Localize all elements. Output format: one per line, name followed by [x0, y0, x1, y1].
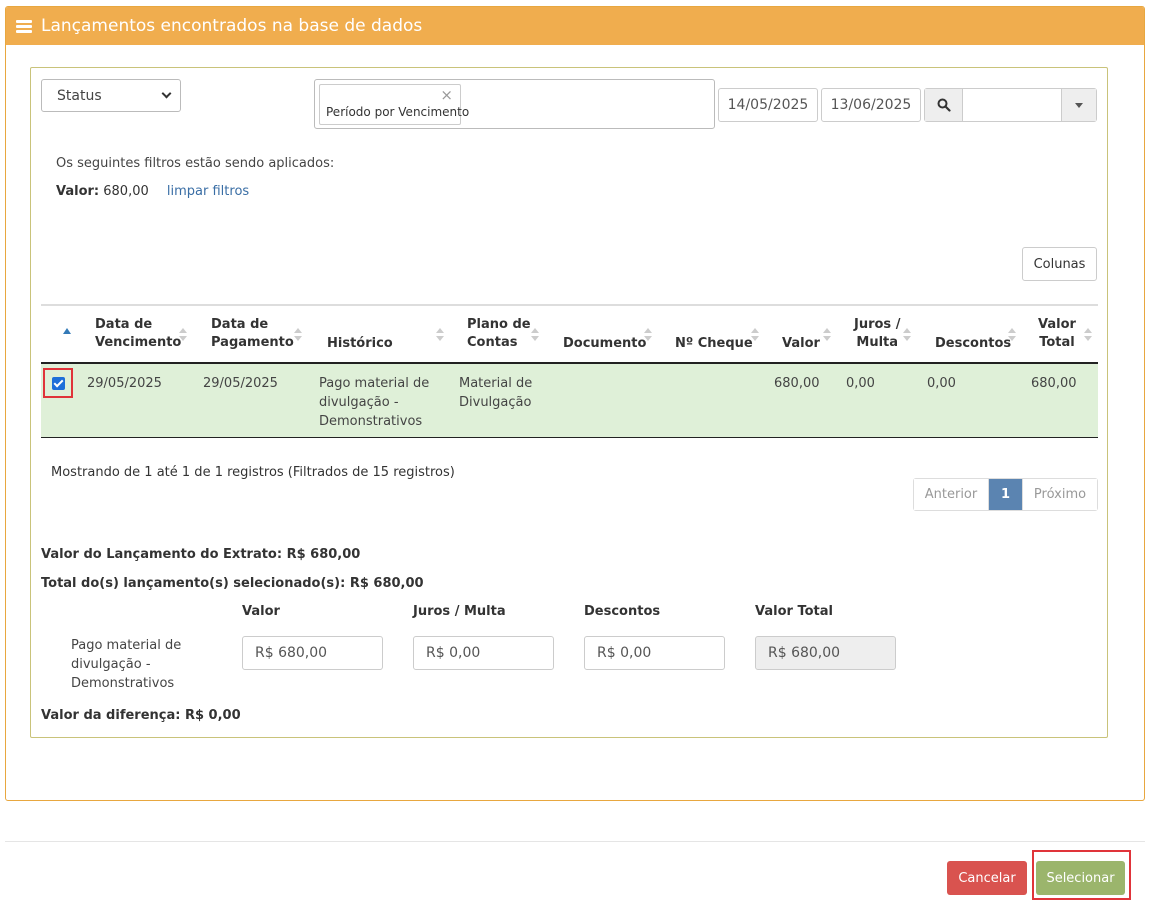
summary-item-label: Pago material de divulgação - Demonstrat… — [71, 638, 182, 691]
filter-value: 680,00 — [103, 184, 149, 199]
filter-label: Valor: — [56, 184, 100, 199]
summary-col-valor: Valor — [242, 604, 280, 619]
sort-asc-icon[interactable] — [63, 328, 71, 334]
cell-plano: Material de Divulgação — [459, 376, 533, 410]
descontos-input[interactable]: R$ 0,00 — [584, 636, 725, 670]
cell-total: 680,00 — [1031, 376, 1077, 391]
row-checkbox[interactable] — [43, 368, 73, 398]
chevron-down-icon — [161, 88, 172, 99]
sort-icon[interactable] — [1084, 328, 1092, 342]
clear-filters-link[interactable]: limpar filtros — [167, 184, 249, 199]
difference-value: Valor da diferença: R$ 0,00 — [41, 708, 241, 723]
selected-total: Total do(s) lançamento(s) selecionado(s)… — [41, 576, 424, 591]
cell-valor: 680,00 — [774, 376, 820, 391]
panel-title: Lançamentos encontrados na base de dados — [41, 16, 423, 36]
cell-descontos: 0,00 — [927, 376, 956, 391]
sort-icon[interactable] — [903, 328, 911, 342]
col-descontos[interactable]: Descontos — [935, 335, 1011, 353]
period-tag-field[interactable]: × Período por Vencimento — [314, 79, 715, 129]
pagination: Anterior 1 Próximo — [913, 478, 1098, 511]
caret-down-icon — [1075, 102, 1083, 108]
pager-page-1[interactable]: 1 — [989, 479, 1022, 510]
col-historico[interactable]: Histórico — [327, 335, 393, 353]
cell-pagamento: 29/05/2025 — [203, 376, 278, 391]
select-button[interactable]: Selecionar — [1036, 861, 1125, 895]
col-vencimento[interactable]: Data de Vencimento — [95, 316, 181, 352]
summary-col-total: Valor Total — [755, 604, 833, 619]
col-valor[interactable]: Valor — [782, 335, 820, 353]
summary-col-descontos: Descontos — [584, 604, 661, 619]
col-pagamento[interactable]: Data de Pagamento — [211, 316, 294, 352]
status-select[interactable]: Status — [41, 79, 181, 112]
cell-vencimento: 29/05/2025 — [87, 376, 162, 391]
search-group — [924, 88, 1097, 122]
cancel-button[interactable]: Cancelar — [947, 861, 1027, 895]
applied-filter: Valor: 680,00 limpar filtros — [56, 184, 249, 199]
table-row[interactable]: 29/05/2025 29/05/2025 Pago material de d… — [41, 364, 1098, 438]
col-juros[interactable]: Juros / Multa — [854, 316, 900, 352]
sort-icon[interactable] — [436, 328, 444, 342]
pager-previous[interactable]: Anterior — [914, 479, 989, 510]
columns-button[interactable]: Colunas — [1022, 247, 1097, 281]
col-total[interactable]: Valor Total — [1038, 316, 1076, 352]
col-cheque[interactable]: Nº Cheque — [675, 335, 753, 353]
juros-input[interactable]: R$ 0,00 — [413, 636, 554, 670]
col-documento[interactable]: Documento — [563, 335, 646, 353]
applied-filters-text: Os seguintes filtros estão sendo aplicad… — [56, 156, 335, 171]
footer-divider — [5, 841, 1145, 842]
sort-icon[interactable] — [179, 328, 187, 342]
search-dropdown-button[interactable] — [1061, 89, 1096, 121]
date-from-input[interactable]: 14/05/2025 — [718, 88, 818, 122]
cell-historico: Pago material de divulgação - Demonstrat… — [319, 376, 430, 429]
col-plano[interactable]: Plano de Contas — [467, 316, 531, 352]
panel-heading: Lançamentos encontrados na base de dados — [6, 7, 1144, 45]
search-box: Status × Período por Vencimento 14/05/20… — [30, 67, 1108, 738]
extrato-value: Valor do Lançamento do Extrato: R$ 680,0… — [41, 547, 361, 562]
sort-icon[interactable] — [644, 328, 652, 342]
entries-table: Data de Vencimento Data de Pagamento Histó… — [41, 304, 1098, 438]
table-info: Mostrando de 1 até 1 de 1 registros (Fil… — [51, 465, 455, 480]
pager-next[interactable]: Próximo — [1022, 479, 1097, 510]
valor-input[interactable]: R$ 680,00 — [242, 636, 383, 670]
sort-icon[interactable] — [823, 328, 831, 342]
close-icon[interactable]: × — [440, 86, 453, 104]
period-tag: × Período por Vencimento — [319, 84, 469, 125]
search-input[interactable] — [963, 89, 1061, 121]
cell-juros: 0,00 — [846, 376, 875, 391]
sort-icon[interactable] — [294, 328, 302, 342]
summary-col-juros: Juros / Multa — [413, 604, 506, 619]
sort-icon[interactable] — [1008, 328, 1016, 342]
checkbox-checked-icon — [52, 377, 65, 390]
search-icon[interactable] — [925, 89, 963, 121]
table-header: Data de Vencimento Data de Pagamento Histó… — [41, 304, 1098, 364]
date-to-input[interactable]: 13/06/2025 — [821, 88, 921, 122]
menu-icon — [16, 19, 32, 33]
sort-icon[interactable] — [751, 328, 759, 342]
sort-icon[interactable] — [531, 328, 539, 342]
total-field: R$ 680,00 — [755, 636, 896, 670]
